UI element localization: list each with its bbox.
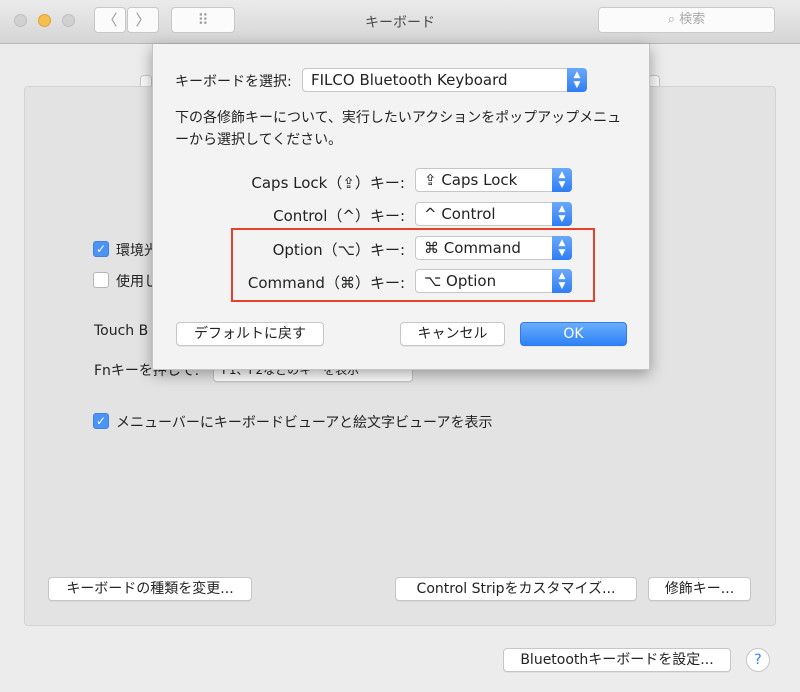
popup-arrows-icon: ▲ ▼ <box>552 168 572 192</box>
dialog-description: 下の各修飾キーについて、実行したいアクションをポップアップメニューから選択してく… <box>175 110 622 148</box>
unused-checkbox[interactable] <box>93 272 109 288</box>
command-popup[interactable]: ⌥ Option ▲ ▼ <box>415 269 572 293</box>
option-popup[interactable]: ⌘ Command ▲ ▼ <box>415 236 572 260</box>
cancel-button[interactable]: キャンセル <box>400 322 505 346</box>
control-value: ^ Control <box>424 205 496 223</box>
title-bar: 〈 〉 ⠿ キーボード ⌕ 検索 <box>0 0 800 44</box>
change-keyboard-type-button[interactable]: キーボードの種類を変更... <box>48 577 252 601</box>
popup-arrows-icon: ▲ ▼ <box>552 202 572 226</box>
command-label: Command（⌘）キー: <box>247 274 405 292</box>
touchbar-label: Touch B <box>94 323 149 339</box>
option-label: Option（⌥）キー: <box>272 241 405 259</box>
modifier-keys-dialog: キーボードを選択: FILCO Bluetooth Keyboard ▲ ▼ 下の各… <box>152 44 650 370</box>
ok-button[interactable]: OK <box>520 322 627 346</box>
caps-lock-popup[interactable]: ⇪ Caps Lock ▲ ▼ <box>415 168 572 192</box>
caps-lock-value: ⇪ Caps Lock <box>424 171 518 189</box>
search-icon: ⌕ <box>667 12 680 27</box>
setup-bluetooth-keyboard-button[interactable]: Bluetoothキーボードを設定... <box>503 648 731 672</box>
keyboard-select-label: キーボードを選択: <box>175 74 292 90</box>
keyboard-select-value: FILCO Bluetooth Keyboard <box>311 71 508 89</box>
popup-arrows-icon: ▲ ▼ <box>552 236 572 260</box>
customize-control-strip-button[interactable]: Control Stripをカスタマイズ... <box>395 577 637 601</box>
restore-defaults-button[interactable]: デフォルトに戻す <box>176 322 324 346</box>
control-label: Control（^）キー: <box>273 207 405 225</box>
search-field[interactable]: ⌕ 検索 <box>598 7 775 33</box>
popup-arrows-icon: ▲ ▼ <box>567 68 587 92</box>
keyboard-viewer-checkbox[interactable]: ✓ <box>93 413 109 429</box>
search-placeholder: 検索 <box>679 12 706 27</box>
option-value: ⌘ Command <box>424 239 521 257</box>
popup-arrows-icon: ▲ ▼ <box>552 269 572 293</box>
modifier-keys-button[interactable]: 修飾キー... <box>648 577 751 601</box>
keyboard-viewer-label: メニューバーにキーボードビューアと絵文字ビューアを表示 <box>116 415 493 431</box>
ambient-light-checkbox[interactable]: ✓ <box>93 241 109 257</box>
caps-lock-label: Caps Lock（⇪）キー: <box>251 174 405 192</box>
keyboard-select-popup[interactable]: FILCO Bluetooth Keyboard ▲ ▼ <box>302 68 587 92</box>
help-button[interactable]: ? <box>746 648 770 672</box>
command-value: ⌥ Option <box>424 272 497 290</box>
control-popup[interactable]: ^ Control ▲ ▼ <box>415 202 572 226</box>
